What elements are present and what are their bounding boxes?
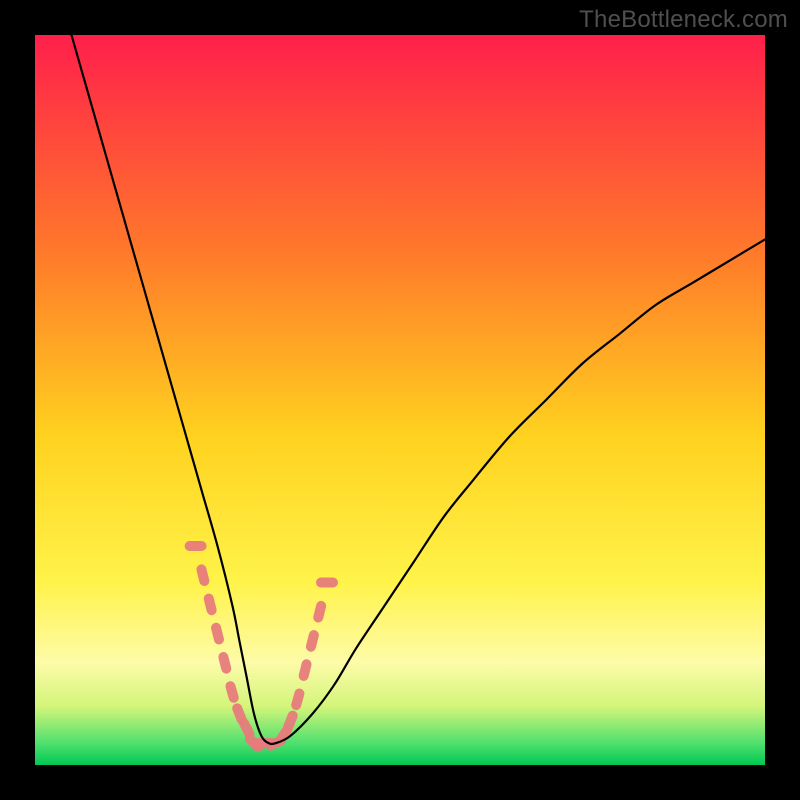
chart-frame: TheBottleneck.com [0, 0, 800, 800]
highlight-marker [185, 541, 207, 551]
plot-area [35, 35, 765, 765]
bottleneck-chart [35, 35, 765, 765]
watermark-text: TheBottleneck.com [579, 6, 788, 34]
gradient-background [35, 35, 765, 765]
highlight-marker [316, 578, 338, 588]
